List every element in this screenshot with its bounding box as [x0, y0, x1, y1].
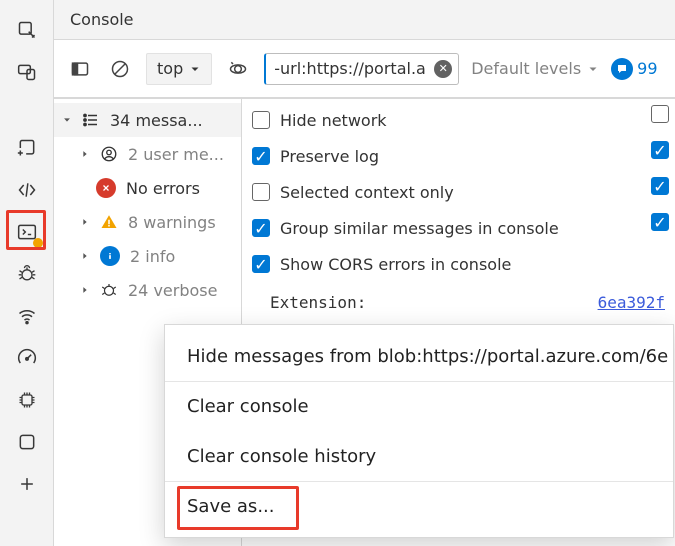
- issues-count: 99: [637, 59, 657, 78]
- group-header-label: 34 messa...: [110, 111, 203, 130]
- sources-icon[interactable]: [9, 172, 45, 208]
- error-icon: [96, 178, 116, 198]
- checkbox-extra[interactable]: [651, 105, 669, 123]
- ctx-hide-messages[interactable]: Hide messages from blob:https://portal.a…: [165, 331, 673, 381]
- context-label: top: [157, 59, 183, 78]
- group-info[interactable]: 2 info: [54, 239, 241, 273]
- application-icon[interactable]: [9, 424, 45, 460]
- list-icon: [82, 111, 100, 129]
- activity-rail: [0, 0, 54, 546]
- checkbox[interactable]: [252, 183, 270, 201]
- memory-icon[interactable]: [9, 382, 45, 418]
- opt-selected-context[interactable]: Selected context only ✓: [252, 177, 665, 207]
- console-icon[interactable]: [9, 214, 45, 250]
- group-item-label: 2 user me...: [128, 145, 224, 164]
- filter-value: -url:https://portal.a: [274, 59, 426, 78]
- checkmark-icon: ✓: [653, 141, 666, 160]
- checkmark-icon: ✓: [254, 255, 267, 274]
- checkbox[interactable]: ✓: [252, 219, 270, 237]
- chevron-right-icon: [80, 251, 90, 261]
- performance-icon[interactable]: [9, 340, 45, 376]
- ctx-label: Clear console: [187, 396, 309, 417]
- group-item-label: No errors: [126, 179, 200, 198]
- levels-label: Default levels: [471, 59, 581, 78]
- checkmark-icon: ✓: [653, 177, 666, 196]
- group-user-messages[interactable]: 2 user me...: [54, 137, 241, 171]
- live-expression-icon[interactable]: [224, 55, 252, 83]
- group-all-messages[interactable]: 34 messa...: [54, 103, 241, 137]
- opt-label: Preserve log: [280, 147, 379, 166]
- checkbox[interactable]: ✓: [252, 147, 270, 165]
- group-warnings[interactable]: 8 warnings: [54, 205, 241, 239]
- checkmark-icon: ✓: [653, 213, 666, 232]
- checkbox[interactable]: ✓: [252, 255, 270, 273]
- opt-label: Show CORS errors in console: [280, 255, 511, 274]
- opt-hide-network[interactable]: Hide network: [252, 105, 665, 135]
- verbose-icon: [100, 281, 118, 299]
- group-item-label: 2 info: [130, 247, 175, 266]
- extension-label: Extension:: [270, 293, 366, 312]
- ctx-label: Hide messages from blob:https://portal.a…: [187, 346, 668, 367]
- filter-input[interactable]: -url:https://portal.a ✕: [264, 53, 459, 85]
- chevron-down-icon: [62, 115, 72, 125]
- log-levels-selector[interactable]: Default levels: [471, 59, 599, 78]
- checkbox-extra[interactable]: ✓: [651, 141, 669, 159]
- panel-title: Console: [54, 0, 675, 40]
- context-selector[interactable]: top: [146, 53, 212, 85]
- checkbox[interactable]: [252, 111, 270, 129]
- bug-icon[interactable]: [9, 256, 45, 292]
- chevron-down-icon: [189, 63, 201, 75]
- checkmark-icon: ✓: [254, 219, 267, 238]
- opt-preserve-log[interactable]: ✓ Preserve log ✓: [252, 141, 665, 171]
- ctx-label: Clear console history: [187, 446, 376, 467]
- context-menu: Hide messages from blob:https://portal.a…: [164, 324, 674, 538]
- checkbox-extra[interactable]: ✓: [651, 177, 669, 195]
- chevron-right-icon: [80, 217, 90, 227]
- opt-label: Selected context only: [280, 183, 454, 202]
- ctx-label: Save as...: [187, 496, 274, 517]
- issues-counter[interactable]: 99: [611, 58, 657, 80]
- network-icon[interactable]: [9, 298, 45, 334]
- group-item-label: 24 verbose: [128, 281, 217, 300]
- opt-label: Group similar messages in console: [280, 219, 559, 238]
- console-toolbar: top -url:https://portal.a ✕ Default leve…: [54, 40, 675, 98]
- opt-group-similar[interactable]: ✓ Group similar messages in console ✓: [252, 213, 665, 243]
- ctx-save-as[interactable]: Save as...: [165, 481, 673, 531]
- inspect-icon[interactable]: [9, 12, 45, 48]
- extension-log-line: Extension: 6ea392f: [252, 285, 665, 312]
- group-verbose[interactable]: 24 verbose: [54, 273, 241, 307]
- checkmark-icon: ✓: [254, 147, 267, 166]
- chat-bubble-icon: [611, 58, 633, 80]
- ctx-clear-history[interactable]: Clear console history: [165, 431, 673, 481]
- user-icon: [100, 145, 118, 163]
- chevron-right-icon: [80, 149, 90, 159]
- panel-title-text: Console: [70, 10, 134, 29]
- chevron-down-icon: [587, 63, 599, 75]
- ctx-clear-console[interactable]: Clear console: [165, 381, 673, 431]
- group-errors[interactable]: No errors: [54, 171, 241, 205]
- opt-label: Hide network: [280, 111, 387, 130]
- elements-icon[interactable]: [9, 130, 45, 166]
- checkbox-extra[interactable]: ✓: [651, 213, 669, 231]
- more-tools-icon[interactable]: [9, 466, 45, 502]
- group-item-label: 8 warnings: [128, 213, 216, 232]
- warning-icon: [100, 213, 118, 231]
- clear-filter-icon[interactable]: ✕: [434, 60, 452, 78]
- sidebar-toggle-icon[interactable]: [66, 55, 94, 83]
- opt-show-cors[interactable]: ✓ Show CORS errors in console: [252, 249, 665, 279]
- warning-badge-icon: [33, 238, 43, 248]
- info-icon: [100, 246, 120, 266]
- device-icon[interactable]: [9, 54, 45, 90]
- chevron-right-icon: [80, 285, 90, 295]
- clear-console-icon[interactable]: [106, 55, 134, 83]
- extension-link[interactable]: 6ea392f: [598, 293, 665, 312]
